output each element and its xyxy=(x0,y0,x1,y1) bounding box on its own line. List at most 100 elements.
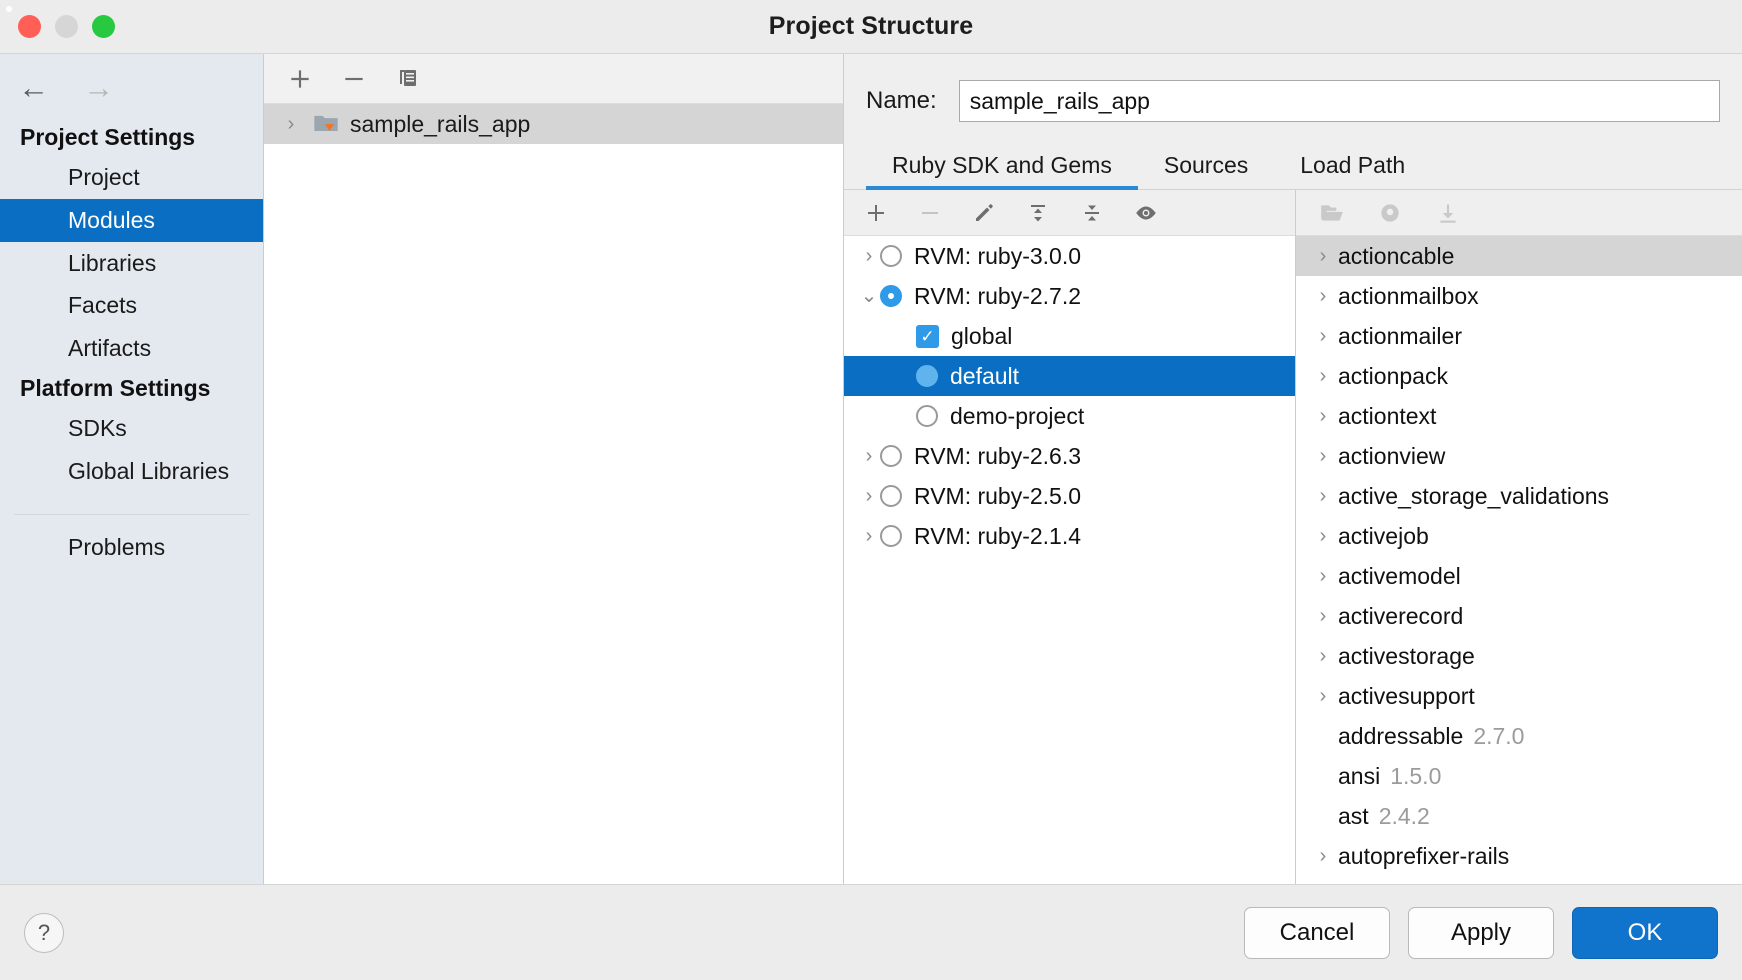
chevron-right-icon[interactable]: › xyxy=(1312,646,1334,666)
gemset-radio-selected[interactable] xyxy=(916,365,938,387)
edit-sdk-button[interactable] xyxy=(970,199,998,227)
sidebar-item-libraries[interactable]: Libraries xyxy=(0,242,263,285)
apply-button[interactable]: Apply xyxy=(1408,906,1554,959)
chevron-right-icon[interactable]: › xyxy=(280,114,302,134)
gemset-checkbox[interactable]: ✓ xyxy=(916,324,939,348)
chevron-right-icon[interactable]: › xyxy=(1312,326,1334,346)
sidebar-item-sdks[interactable]: SDKs xyxy=(0,407,263,450)
gem-row[interactable]: › activesupport xyxy=(1296,676,1742,716)
sdk-row-ruby-2-6-3[interactable]: › RVM: ruby-2.6.3 xyxy=(844,436,1295,476)
sdk-row-label: RVM: ruby-3.0.0 xyxy=(914,242,1082,269)
remove-sdk-button[interactable] xyxy=(916,199,944,227)
gem-row[interactable]: ansi 1.5.0 xyxy=(1296,756,1742,796)
sidebar-item-artifacts[interactable]: Artifacts xyxy=(0,327,263,370)
download-icon[interactable] xyxy=(1434,199,1462,227)
chevron-right-icon[interactable]: › xyxy=(1312,566,1334,586)
dialog-body: ← → Project Settings Project Modules Lib… xyxy=(0,54,1742,884)
sdk-row-ruby-2-1-4[interactable]: › RVM: ruby-2.1.4 xyxy=(844,516,1295,556)
chevron-right-icon[interactable]: › xyxy=(1312,366,1334,386)
gemset-row-default[interactable]: default xyxy=(844,356,1295,396)
sdk-row-ruby-2-7-2[interactable]: ⌄ RVM: ruby-2.7.2 xyxy=(844,276,1295,316)
cancel-button[interactable]: Cancel xyxy=(1244,906,1390,959)
gem-name: active_storage_validations xyxy=(1338,482,1610,509)
folder-open-icon[interactable] xyxy=(1318,199,1346,227)
sidebar-item-problems[interactable]: Problems xyxy=(0,515,263,569)
gemset-row-demo-project[interactable]: demo-project xyxy=(844,396,1295,436)
remove-module-button[interactable] xyxy=(340,65,368,93)
chevron-right-icon[interactable]: › xyxy=(1312,446,1334,466)
module-tree-row-sample-rails-app[interactable]: › sample_rails_app xyxy=(264,104,843,144)
gem-row[interactable]: › actionview xyxy=(1296,436,1742,476)
sdk-radio[interactable] xyxy=(880,485,902,507)
add-sdk-button[interactable] xyxy=(862,199,890,227)
chevron-right-icon[interactable]: › xyxy=(1312,606,1334,626)
add-module-button[interactable] xyxy=(286,65,314,93)
gemset-row-global[interactable]: ✓ global xyxy=(844,316,1295,356)
tab-sources[interactable]: Sources xyxy=(1138,146,1274,189)
chevron-right-icon[interactable]: › xyxy=(858,246,880,266)
chevron-right-icon[interactable]: › xyxy=(1312,246,1334,266)
chevron-right-icon[interactable]: › xyxy=(1312,686,1334,706)
gem-row[interactable]: › autoprefixer-rails xyxy=(1296,836,1742,876)
gem-row[interactable]: ast 2.4.2 xyxy=(1296,796,1742,836)
sdk-row-ruby-2-5-0[interactable]: › RVM: ruby-2.5.0 xyxy=(844,476,1295,516)
gem-name: activesupport xyxy=(1338,682,1475,709)
sdk-radio[interactable] xyxy=(880,525,902,547)
sidebar-group-title-platform-settings: Platform Settings xyxy=(20,374,211,401)
sidebar-item-modules[interactable]: Modules xyxy=(0,198,263,242)
chevron-right-icon[interactable]: › xyxy=(858,526,880,546)
expand-all-button[interactable] xyxy=(1024,199,1052,227)
forward-arrow-icon[interactable]: → xyxy=(83,72,114,103)
chevron-right-icon[interactable]: › xyxy=(858,446,880,466)
tab-load-path[interactable]: Load Path xyxy=(1274,146,1431,189)
gem-row[interactable]: › actionmailer xyxy=(1296,316,1742,356)
sdk-radio[interactable] xyxy=(880,245,902,267)
gem-row[interactable]: › actionpack xyxy=(1296,356,1742,396)
sidebar-item-facets[interactable]: Facets xyxy=(0,284,263,327)
gem-row[interactable]: › activerecord xyxy=(1296,596,1742,636)
gem-row[interactable]: › actionmailbox xyxy=(1296,276,1742,316)
eye-icon[interactable] xyxy=(1132,199,1160,227)
modules-toolbar xyxy=(264,54,843,104)
sidebar-group-title-project-settings: Project Settings xyxy=(20,124,196,150)
module-tree-label: sample_rails_app xyxy=(350,110,531,137)
gems-pane: › actioncable › actionmailbox › actionmaile… xyxy=(1296,190,1742,884)
gemset-label: default xyxy=(950,362,1020,389)
sdk-row-ruby-3-0-0[interactable]: › RVM: ruby-3.0.0 xyxy=(844,236,1295,276)
tab-ruby-sdk-and-gems[interactable]: Ruby SDK and Gems xyxy=(866,146,1138,190)
gem-icon[interactable] xyxy=(1376,199,1404,227)
gem-name: activemodel xyxy=(1338,562,1461,589)
sdk-toolbar xyxy=(844,190,1295,236)
gem-version: 2.7.0 xyxy=(1473,722,1525,749)
sidebar-item-global-libraries[interactable]: Global Libraries xyxy=(0,450,263,493)
gem-row[interactable]: › activemodel xyxy=(1296,556,1742,596)
chevron-right-icon[interactable]: › xyxy=(1312,846,1334,866)
chevron-right-icon[interactable]: › xyxy=(1312,406,1334,426)
sidebar-item-project[interactable]: Project xyxy=(0,156,263,199)
copy-module-button[interactable] xyxy=(394,65,422,93)
chevron-right-icon[interactable]: › xyxy=(1312,286,1334,306)
chevron-right-icon[interactable]: › xyxy=(858,486,880,506)
gemset-radio[interactable] xyxy=(916,405,938,427)
chevron-right-icon[interactable]: › xyxy=(1312,486,1334,506)
chevron-down-icon[interactable]: ⌄ xyxy=(858,286,880,306)
ok-button[interactable]: OK xyxy=(1572,906,1718,959)
gems-list: › actioncable › actionmailbox › actionmaile… xyxy=(1296,236,1742,884)
gem-version: 2.4.2 xyxy=(1378,802,1430,829)
gem-row[interactable]: › activejob xyxy=(1296,516,1742,556)
sdk-radio[interactable] xyxy=(880,445,902,467)
gem-row[interactable]: addressable 2.7.0 xyxy=(1296,716,1742,756)
collapse-all-button[interactable] xyxy=(1078,199,1106,227)
gem-row[interactable]: › actiontext xyxy=(1296,396,1742,436)
gem-version: 1.5.0 xyxy=(1390,762,1442,789)
module-name-input[interactable] xyxy=(958,80,1720,122)
help-button[interactable]: ? xyxy=(24,912,64,953)
sdk-row-label: RVM: ruby-2.5.0 xyxy=(914,482,1082,509)
gem-row[interactable]: › activestorage xyxy=(1296,636,1742,676)
gem-row[interactable]: › active_storage_validations xyxy=(1296,476,1742,516)
chevron-right-icon[interactable]: › xyxy=(1312,526,1334,546)
back-arrow-icon[interactable]: ← xyxy=(18,72,49,103)
gem-row[interactable]: › actioncable xyxy=(1296,236,1742,276)
sdk-radio-selected[interactable] xyxy=(880,285,902,307)
gem-name: addressable xyxy=(1338,722,1464,749)
